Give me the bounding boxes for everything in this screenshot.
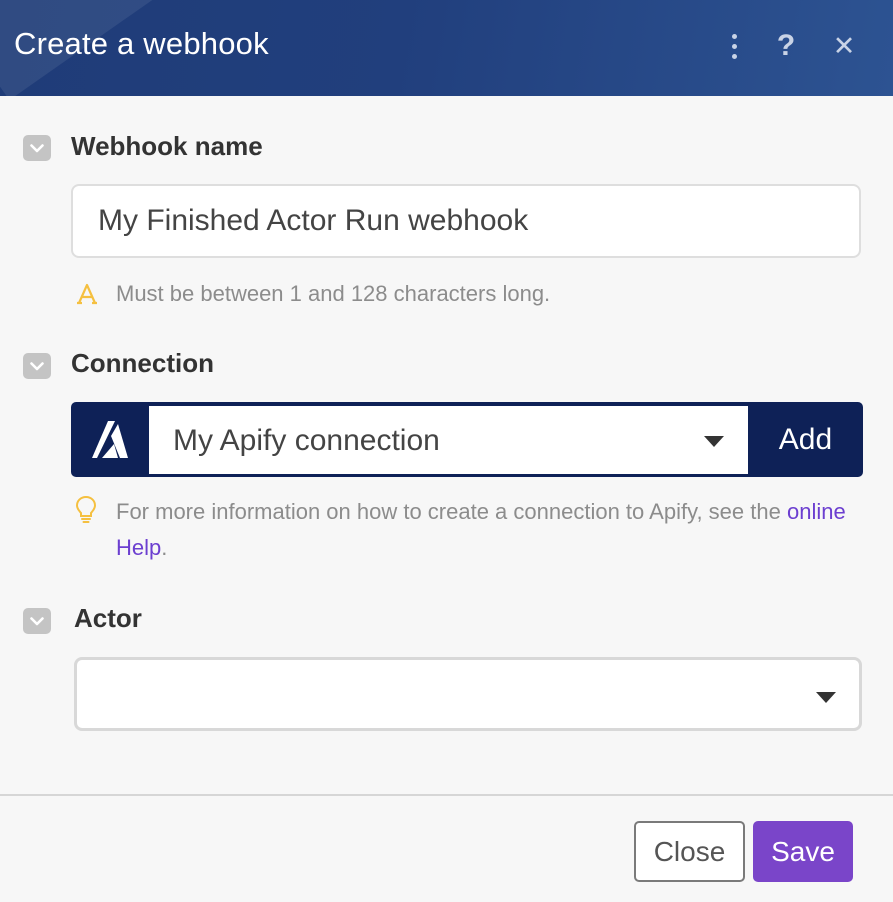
close-dialog-button[interactable]: ✕ <box>826 28 862 64</box>
help-button[interactable]: ? <box>768 28 804 64</box>
connection-label: Connection <box>71 348 214 378</box>
webhook-name-input[interactable] <box>71 184 861 258</box>
apify-logo-icon <box>71 402 149 477</box>
lightbulb-icon <box>75 495 97 523</box>
connection-hint: For more information on how to create a … <box>116 494 861 566</box>
help-icon: ? <box>776 29 796 62</box>
chevron-down-icon <box>30 361 44 370</box>
chevron-down-icon <box>30 616 44 625</box>
actor-select[interactable] <box>74 657 862 731</box>
webhook-name-hint: Must be between 1 and 128 characters lon… <box>116 281 551 306</box>
more-options-button[interactable] <box>716 28 752 64</box>
save-button[interactable]: Save <box>753 821 853 882</box>
chevron-down-icon <box>30 143 44 152</box>
footer-divider <box>0 794 893 796</box>
create-webhook-dialog: Create a webhook ? ✕ Webhook name Must b… <box>0 0 893 902</box>
connection-select[interactable]: My Apify connection <box>149 406 748 474</box>
connection-field: My Apify connection Add <box>71 402 863 477</box>
connection-section-toggle[interactable] <box>23 353 51 379</box>
actor-section-toggle[interactable] <box>23 608 51 634</box>
caret-down-icon <box>704 436 724 447</box>
webhook-name-label: Webhook name <box>71 131 263 161</box>
add-connection-button[interactable]: Add <box>748 402 863 477</box>
connection-hint-end: . <box>161 535 168 560</box>
dialog-header: Create a webhook ? ✕ <box>0 0 893 96</box>
dialog-title: Create a webhook <box>14 26 269 61</box>
close-button[interactable]: Close <box>634 821 745 882</box>
connection-hint-text: For more information on how to create a … <box>116 499 787 524</box>
text-warning-icon <box>77 283 97 305</box>
caret-down-icon <box>816 692 836 703</box>
close-icon: ✕ <box>832 30 856 61</box>
actor-label: Actor <box>74 603 142 633</box>
connection-selected-value: My Apify connection <box>173 424 440 457</box>
more-vertical-icon <box>731 33 737 59</box>
webhook-name-section-toggle[interactable] <box>23 135 51 161</box>
